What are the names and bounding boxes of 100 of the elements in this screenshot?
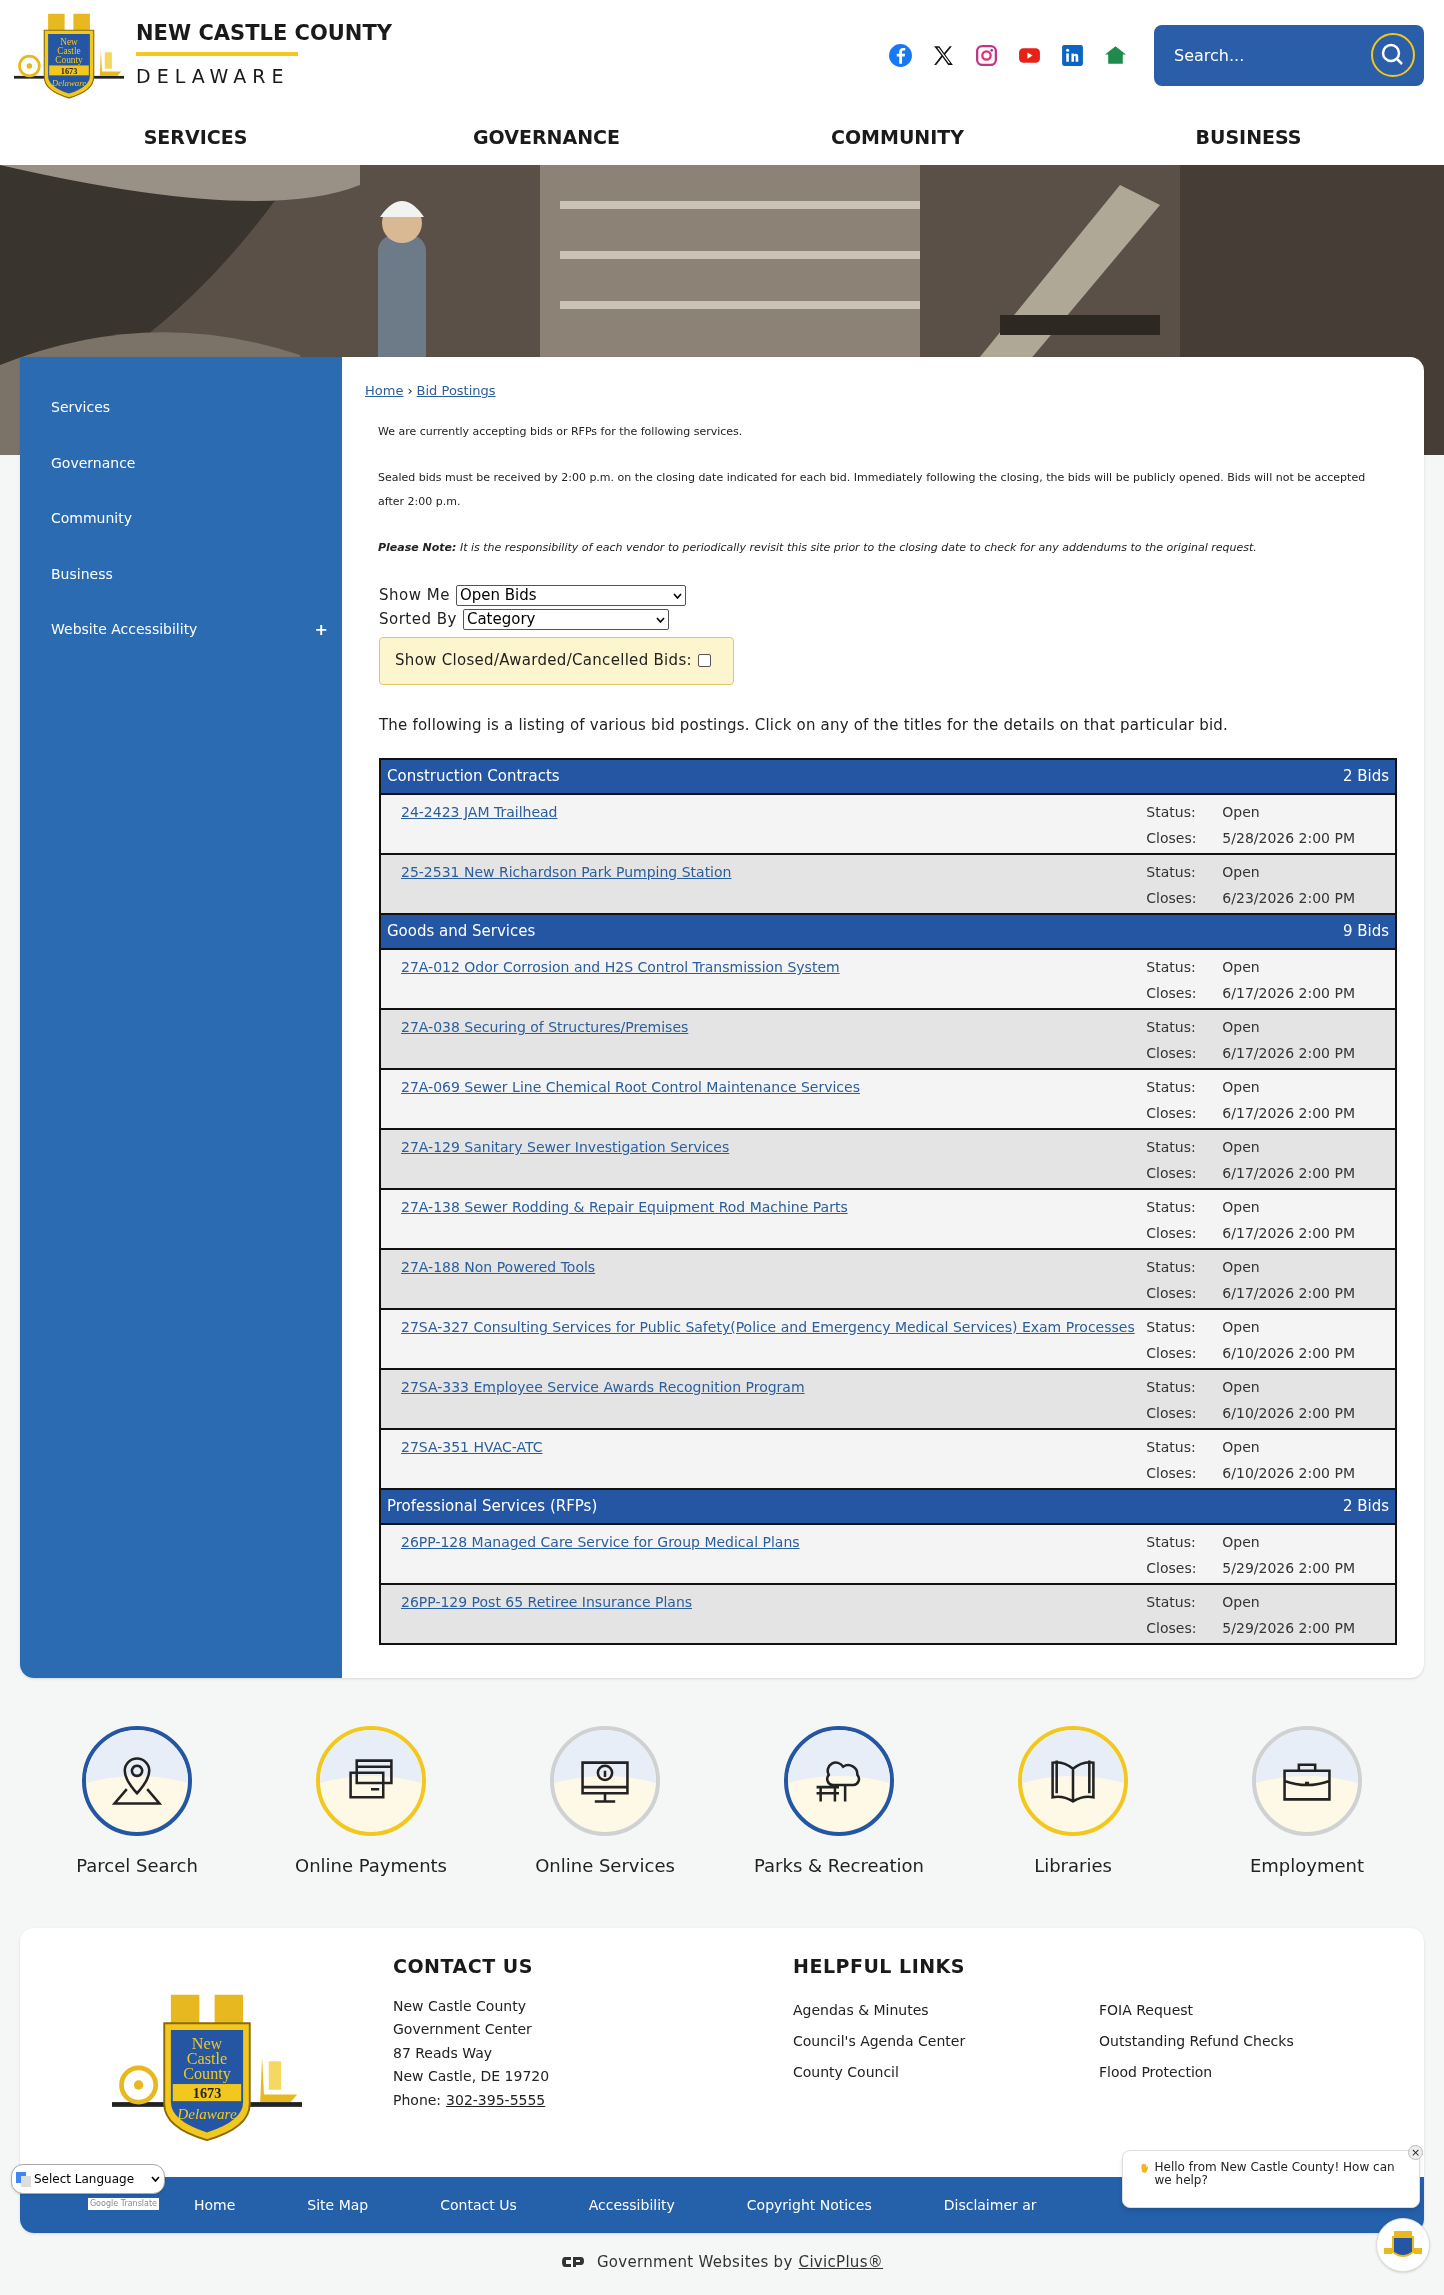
bid-title-link[interactable]: 26PP-129 Post 65 Retiree Insurance Plans bbox=[401, 1594, 693, 1610]
breadcrumb-link[interactable]: Bid Postings bbox=[416, 381, 496, 401]
quick-link[interactable]: Online Services bbox=[488, 1726, 722, 1896]
chat-avatar-button[interactable] bbox=[1376, 2218, 1430, 2272]
helpful-link[interactable]: Flood Protection bbox=[1099, 2056, 1294, 2088]
status-value: Open bbox=[1222, 1438, 1261, 1457]
helpful-link[interactable]: County Council bbox=[793, 2056, 1099, 2088]
status-value: Open bbox=[1222, 1593, 1261, 1612]
quick-link[interactable]: Online Payments bbox=[254, 1726, 488, 1896]
address-line: New Castle County bbox=[393, 1996, 527, 2016]
show-me-select[interactable]: Open Bids bbox=[455, 585, 686, 606]
bid-title-link[interactable]: 27A-069 Sewer Line Chemical Root Control Maintenance Services bbox=[401, 1079, 860, 1095]
quick-link-label[interactable]: Parcel Search bbox=[76, 1852, 198, 1879]
waving-hand-icon bbox=[1139, 2161, 1151, 2175]
expand-toggle[interactable]: + bbox=[314, 617, 328, 642]
breadcrumb-link[interactable]: Home bbox=[365, 381, 404, 401]
status-label: Status: bbox=[1146, 1438, 1197, 1457]
quick-link[interactable]: Employment bbox=[1190, 1726, 1424, 1896]
quick-link-label[interactable]: Online Services bbox=[535, 1852, 675, 1879]
footer-link[interactable]: Disclaimer ar bbox=[943, 2194, 1037, 2216]
bid-title-link[interactable]: 26PP-128 Managed Care Service for Group Medical Plans bbox=[401, 1534, 800, 1550]
search-field[interactable]: Search... bbox=[1154, 24, 1424, 86]
helpful-link[interactable]: FOIA Request bbox=[1099, 1994, 1294, 2026]
bid-title-link[interactable]: 27A-012 Odor Corrosion and H2S Control Transmission System bbox=[401, 959, 840, 975]
quick-link[interactable]: Libraries bbox=[956, 1726, 1190, 1896]
status-value: Open bbox=[1222, 1533, 1261, 1552]
note-text: Please Note: It is the responsibility of each vendor to periodically revisit this site prior to the closing date to check for any addendums to the original request. bbox=[378, 539, 1258, 556]
quick-link-label[interactable]: Parks & Recreation bbox=[754, 1852, 924, 1879]
nav-link[interactable]: SERVICES bbox=[143, 123, 248, 152]
intro-text: We are currently accepting bids or RFPs for the following services. bbox=[378, 423, 744, 440]
closes-label: Closes: bbox=[1146, 1559, 1198, 1578]
footer-link[interactable]: Accessibility bbox=[588, 2194, 675, 2216]
helpful-link[interactable]: Agendas & Minutes bbox=[793, 1994, 1099, 2026]
bid-title-link[interactable]: 25-2531 New Richardson Park Pumping Station bbox=[401, 864, 732, 880]
footer-link[interactable]: Site Map bbox=[307, 2194, 369, 2216]
contact-heading: CONTACT US bbox=[393, 1954, 534, 1979]
status-label: Status: bbox=[1146, 1593, 1197, 1612]
quick-link-label[interactable]: Libraries bbox=[1034, 1852, 1112, 1879]
status-label: Status: bbox=[1146, 1318, 1197, 1337]
status-value: Open bbox=[1222, 803, 1261, 822]
quick-link[interactable]: Parks & Recreation bbox=[722, 1726, 956, 1896]
chevron-icon bbox=[655, 616, 665, 623]
footer-link[interactable]: Contact Us bbox=[440, 2194, 517, 2216]
footer-link[interactable]: Copyright Notices bbox=[746, 2194, 872, 2216]
bid-title-link[interactable]: 27A-038 Securing of Structures/Premises bbox=[401, 1019, 689, 1035]
status-label: Status: bbox=[1146, 1018, 1197, 1037]
sidebar-item[interactable]: Community bbox=[51, 508, 328, 530]
show-closed-label: Show Closed/Awarded/Cancelled Bids: bbox=[395, 650, 692, 672]
nav-link[interactable]: COMMUNITY bbox=[831, 123, 964, 152]
bid-title-link[interactable]: 27A-138 Sewer Rodding & Repair Equipment Rod Machine Parts bbox=[401, 1199, 848, 1215]
closes-value: 6/17/2026 2:00 PM bbox=[1222, 1284, 1355, 1303]
facebook-icon[interactable] bbox=[888, 42, 913, 68]
status-label: Status: bbox=[1146, 958, 1197, 977]
sorted-by-select[interactable]: Category bbox=[462, 609, 669, 630]
linkedin-icon[interactable] bbox=[1060, 42, 1085, 68]
address-line: 87 Reads Way bbox=[393, 2043, 493, 2063]
powered-by-text: Google Translate bbox=[87, 2198, 159, 2210]
phone-link[interactable]: 302-395-5555 bbox=[446, 2088, 546, 2112]
bid-title-link[interactable]: 27SA-351 HVAC-ATC bbox=[401, 1439, 543, 1455]
nav-link[interactable]: BUSINESS bbox=[1195, 123, 1302, 152]
instagram-icon[interactable] bbox=[974, 42, 999, 68]
bid-count: 9 Bids bbox=[1342, 921, 1389, 943]
civicplus-link[interactable]: CivicPlus® bbox=[798, 2251, 884, 2274]
closes-value: 5/28/2026 2:00 PM bbox=[1222, 829, 1355, 848]
bid-title-link[interactable]: 27SA-327 Consulting Services for Public Safety(Police and Emergency Medical Services) Exam Processes bbox=[401, 1319, 1135, 1335]
status-value: Open bbox=[1222, 1018, 1261, 1037]
language-select[interactable]: Select Language bbox=[11, 2164, 165, 2194]
sidebar-item[interactable]: Services bbox=[51, 397, 328, 419]
helpful-link[interactable]: Outstanding Refund Checks bbox=[1099, 2025, 1294, 2057]
helpful-link[interactable]: Council's Agenda Center bbox=[793, 2025, 1099, 2057]
filter-label: Show Me bbox=[379, 585, 450, 607]
show-closed-checkbox[interactable] bbox=[697, 654, 711, 667]
status-label: Status: bbox=[1146, 1533, 1197, 1552]
filter-label: Sorted By bbox=[379, 609, 457, 631]
search-icon[interactable] bbox=[1370, 31, 1416, 78]
bid-title-link[interactable]: 27A-129 Sanitary Sewer Investigation Services bbox=[401, 1139, 730, 1155]
quick-link-label[interactable]: Online Payments bbox=[295, 1852, 447, 1879]
bid-count: 2 Bids bbox=[1342, 1496, 1389, 1518]
closes-label: Closes: bbox=[1146, 1619, 1198, 1638]
sidebar-item[interactable]: Website Accessibility bbox=[51, 619, 315, 641]
bid-title-link[interactable]: 27A-188 Non Powered Tools bbox=[401, 1259, 596, 1275]
bid-title-link[interactable]: 24-2423 JAM Trailhead bbox=[401, 804, 558, 820]
bid-count: 2 Bids bbox=[1342, 766, 1389, 788]
footer-link[interactable]: Home bbox=[194, 2194, 236, 2216]
status-value: Open bbox=[1222, 958, 1261, 977]
quick-link-label[interactable]: Employment bbox=[1249, 1852, 1365, 1879]
status-label: Status: bbox=[1146, 1138, 1197, 1157]
closes-value: 6/10/2026 2:00 PM bbox=[1222, 1464, 1355, 1483]
bid-title-link[interactable]: 27SA-333 Employee Service Awards Recognition Program bbox=[401, 1379, 805, 1395]
closes-value: 6/23/2026 2:00 PM bbox=[1222, 889, 1355, 908]
sidebar-item[interactable]: Governance bbox=[51, 452, 328, 474]
closes-value: 6/17/2026 2:00 PM bbox=[1222, 984, 1355, 1003]
sidebar-item[interactable]: Business bbox=[51, 563, 328, 585]
quick-link[interactable]: Parcel Search bbox=[20, 1726, 254, 1896]
closes-label: Closes: bbox=[1146, 829, 1198, 848]
nav-link[interactable]: GOVERNANCE bbox=[473, 123, 620, 152]
closes-value: 6/10/2026 2:00 PM bbox=[1222, 1404, 1355, 1423]
credit-text: Government Websites by bbox=[596, 2252, 793, 2273]
status-label: Status: bbox=[1146, 1378, 1197, 1397]
status-value: Open bbox=[1222, 863, 1261, 882]
